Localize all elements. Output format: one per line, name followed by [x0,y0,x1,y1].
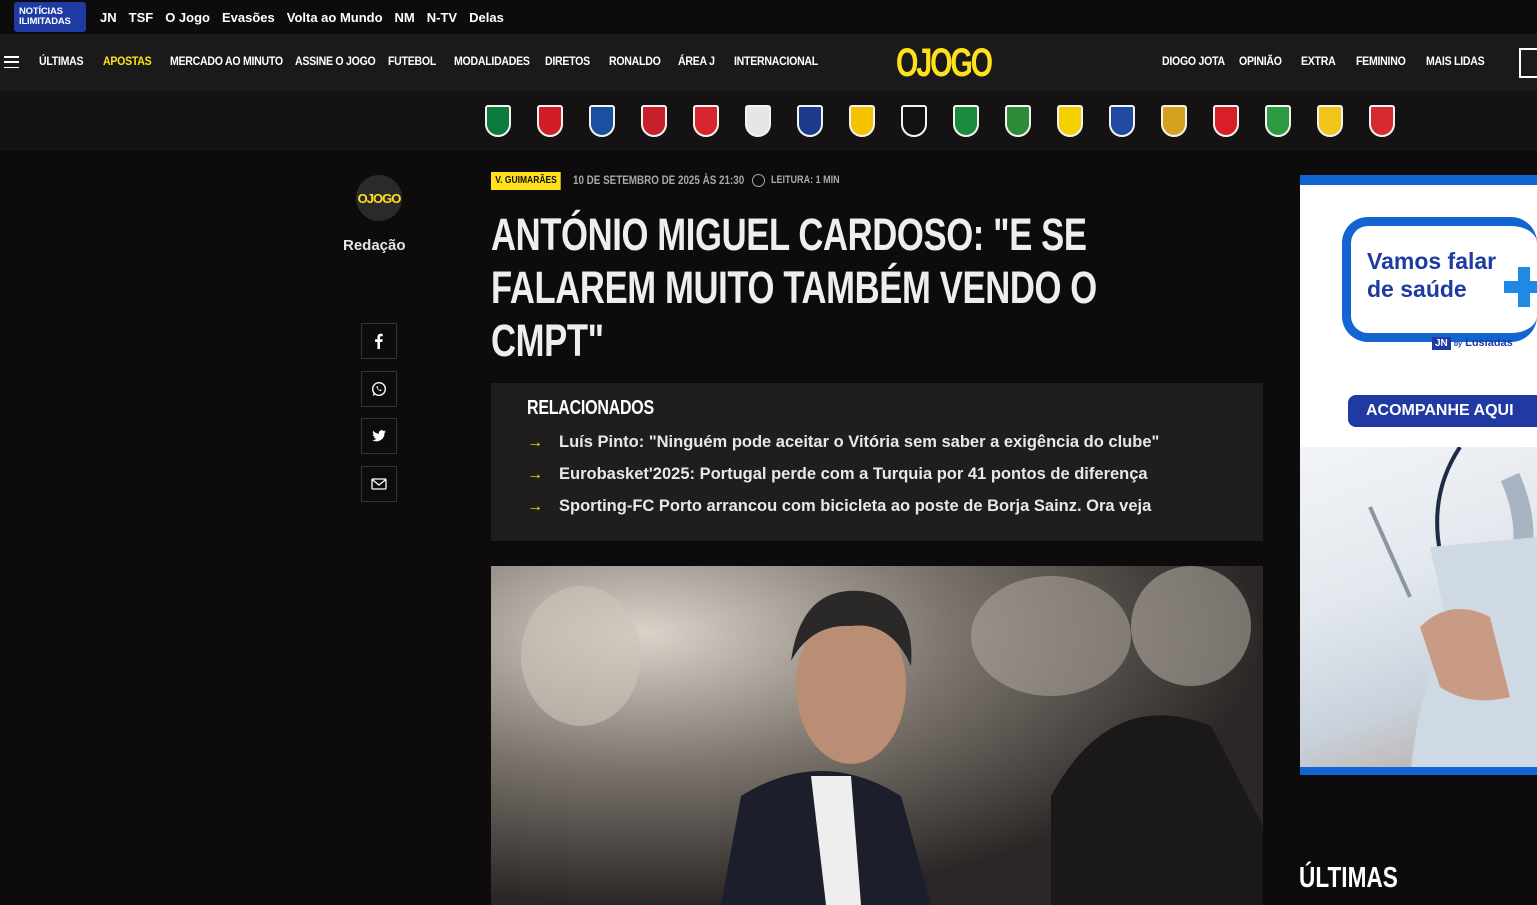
rio-ave-crest-icon[interactable] [1005,105,1031,137]
publish-date: 10 DE SETEMBRO DE 2025 ÀS 21:30 [573,173,745,187]
arrow-right-icon: → [527,465,543,483]
ad-brand: JN by Lusíadas [1432,337,1513,350]
network-link[interactable]: Volta ao Mundo [287,10,383,25]
nav-item[interactable]: DIRETOS [545,54,590,68]
network-link[interactable]: O Jogo [165,10,210,25]
nav-item[interactable]: APOSTAS [103,54,152,68]
site-logo[interactable]: O JOGO [896,40,993,86]
network-bar: NOTÍCIAS ILIMITADAS JN TSF O Jogo Evasões Vo… [0,0,1537,34]
arrow-right-icon: → [527,497,543,515]
health-advertisement[interactable]: Vamos falar de saúde JN by Lusíadas ACOM… [1300,175,1537,775]
whatsapp-icon [371,381,387,397]
alverca-crest-icon[interactable] [1317,105,1343,137]
nav-item[interactable]: ÁREA J [678,54,715,68]
facebook-icon [375,333,383,349]
nav-item[interactable]: DIOGO JOTA [1162,54,1225,68]
share-twitter-button[interactable] [361,418,397,454]
share-email-button[interactable] [361,466,397,502]
santa-clara-crest-icon[interactable] [1213,105,1239,137]
sporting-crest-icon[interactable] [485,105,511,137]
arrow-right-icon: → [527,433,543,451]
nav-item[interactable]: FUTEBOL [388,54,436,68]
network-link[interactable]: Evasões [222,10,275,25]
related-link[interactable]: → Luís Pinto: "Ninguém pode aceitar o Vi… [527,433,1159,452]
nacional-crest-icon[interactable] [1109,105,1135,137]
network-link[interactable]: NM [395,10,415,25]
afs-crest-icon[interactable] [1369,105,1395,137]
nav-item[interactable]: MAIS LIDAS [1426,54,1485,68]
nav-item[interactable]: INTERNACIONAL [734,54,818,68]
email-icon [371,478,387,490]
medical-cross-icon [1504,267,1537,307]
nav-item[interactable]: ASSINE O JOGO [295,54,376,68]
menu-icon[interactable] [4,56,19,68]
nav-item[interactable]: FEMININO [1356,54,1406,68]
ad-doctor-image [1300,445,1537,767]
ad-cta-button[interactable]: ACOMPANHE AQUI [1348,395,1537,427]
nav-item[interactable]: ÚLTIMAS [39,54,84,68]
clock-icon [752,174,765,187]
casa-pia-crest-icon[interactable] [901,105,927,137]
tondela-crest-icon[interactable] [1265,105,1291,137]
network-link[interactable]: TSF [129,10,154,25]
article-hero-image [491,566,1263,905]
moreirense-crest-icon[interactable] [953,105,979,137]
related-articles-box: RELACIONADOS → Luís Pinto: "Ninguém pode… [491,383,1263,541]
author-name[interactable]: Redação [343,237,406,254]
main-nav: ÚLTIMAS APOSTAS MERCADO AO MINUTO ASSINE O … [0,34,1537,91]
related-link[interactable]: → Sporting-FC Porto arrancou com bicicle… [527,497,1151,516]
coach-photo [491,566,1263,905]
nav-item[interactable]: OPINIÃO [1239,54,1282,68]
porto-crest-icon[interactable] [589,105,615,137]
twitter-icon [372,430,386,442]
related-title: RELACIONADOS [527,397,654,419]
nav-item[interactable]: RONALDO [609,54,661,68]
nav-item[interactable]: MODALIDADES [454,54,530,68]
estoril-crest-icon[interactable] [849,105,875,137]
estrela-crest-icon[interactable] [1161,105,1187,137]
share-whatsapp-button[interactable] [361,371,397,407]
noticias-ilimitadas-badge[interactable]: NOTÍCIAS ILIMITADAS [14,2,86,32]
author-avatar: O JOGO [356,175,402,221]
network-link[interactable]: N-TV [427,10,457,25]
benfica-crest-icon[interactable] [537,105,563,137]
famalicao-crest-icon[interactable] [797,105,823,137]
ultimas-section-title: ÚLTIMAS [1299,862,1398,894]
reading-time: LEITURA: 1 MIN [771,174,840,186]
network-link[interactable]: Delas [469,10,504,25]
network-links: JN TSF O Jogo Evasões Volta ao Mundo NM N-TV De… [100,10,504,25]
search-button[interactable] [1519,48,1537,78]
vitoria-crest-icon[interactable] [745,105,771,137]
related-link[interactable]: → Eurobasket'2025: Portugal perde com a … [527,465,1148,484]
gil-vicente-crest-icon[interactable] [693,105,719,137]
category-tag[interactable]: V. GUIMARÃES [491,172,562,190]
braga-crest-icon[interactable] [641,105,667,137]
article-headline: ANTÓNIO MIGUEL CARDOSO: "E SE FALAREM MU… [491,209,1097,366]
arouca-crest-icon[interactable] [1057,105,1083,137]
share-facebook-button[interactable] [361,323,397,359]
nav-item[interactable]: MERCADO AO MINUTO [170,54,283,68]
network-link[interactable]: JN [100,10,117,25]
nav-item[interactable]: EXTRA [1301,54,1336,68]
club-crest-strip [0,91,1537,151]
